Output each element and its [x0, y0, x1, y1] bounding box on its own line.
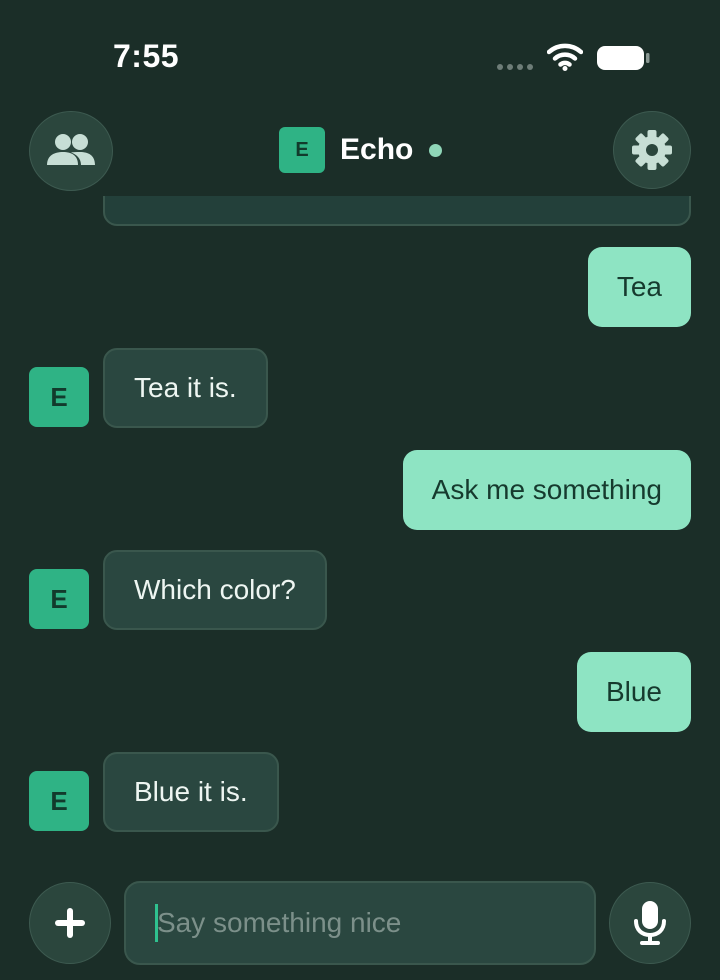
my-message-bubble[interactable]: Tea — [587, 247, 691, 327]
message-list[interactable]: Tea E Tea it is. Ask me something E Whic… — [0, 196, 720, 860]
message-input[interactable] — [157, 907, 577, 939]
message-input-container[interactable] — [124, 881, 596, 965]
their-message-bubble[interactable]: Tea it is. — [103, 348, 268, 428]
voice-message-button[interactable] — [609, 882, 691, 964]
gear-icon — [632, 130, 672, 170]
wifi-icon — [547, 43, 583, 71]
microphone-icon — [634, 901, 666, 945]
chat-screen: 7:55 E Echo Tea E Tea it is. Ask me some… — [0, 0, 720, 980]
cellular-signal-icon — [497, 64, 533, 70]
battery-icon — [597, 46, 650, 70]
my-message-bubble[interactable]: Blue — [576, 652, 691, 732]
my-message-bubble[interactable]: Ask me something — [402, 450, 691, 530]
message-composer — [0, 880, 720, 968]
their-message-bubble[interactable]: Which color? — [103, 550, 327, 630]
contact-avatar: E — [279, 127, 325, 173]
message-bubble-partial — [103, 196, 691, 226]
chat-title[interactable]: E Echo — [279, 127, 443, 173]
chat-header: E Echo — [0, 108, 720, 194]
their-message-bubble[interactable]: Blue it is. — [103, 752, 279, 832]
plus-icon — [55, 908, 85, 938]
contact-name: Echo — [340, 133, 414, 166]
status-time: 7:55 — [113, 38, 180, 74]
sender-avatar: E — [29, 367, 89, 427]
contacts-button[interactable] — [29, 111, 113, 191]
add-attachment-button[interactable] — [29, 882, 111, 964]
settings-button[interactable] — [613, 111, 691, 189]
sender-avatar: E — [29, 771, 89, 831]
online-status-indicator — [429, 143, 443, 157]
sender-avatar: E — [29, 569, 89, 629]
contacts-icon — [47, 134, 95, 165]
status-bar: 7:55 — [0, 0, 720, 100]
